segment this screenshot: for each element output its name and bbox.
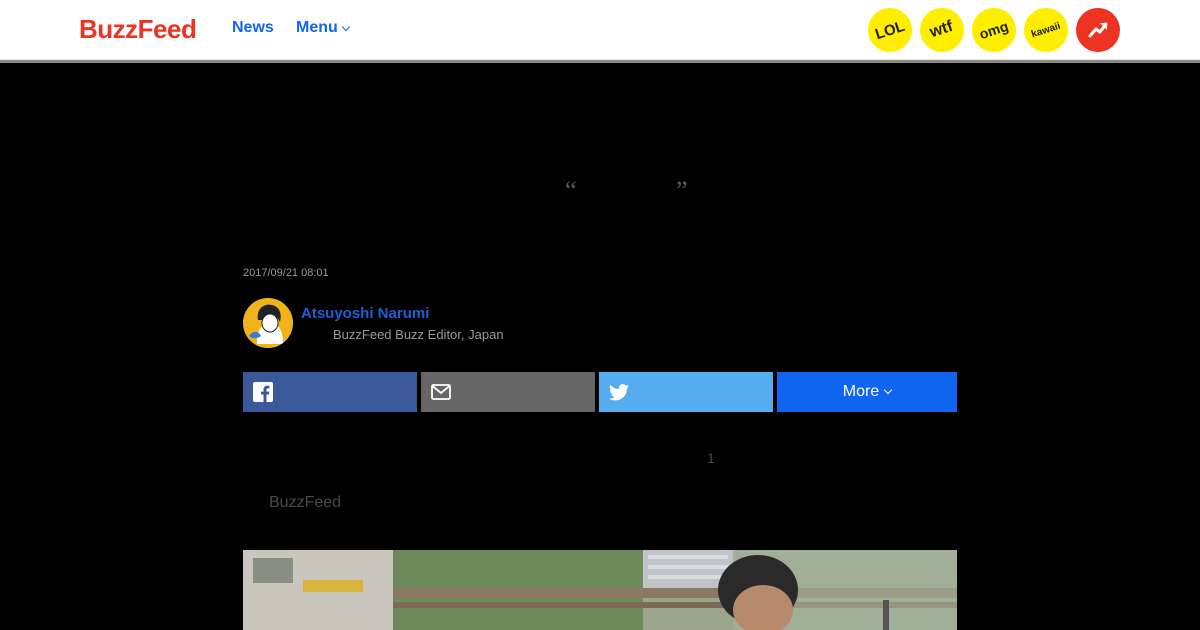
badge-lol[interactable]: LOL [868, 8, 912, 52]
avatar-illustration [243, 298, 293, 348]
share-email-button[interactable] [421, 372, 595, 412]
author-avatar[interactable] [243, 298, 293, 348]
logo-text: BuzzFeed [79, 13, 197, 44]
badge-wtf[interactable]: wtf [920, 8, 964, 52]
badge-kawaii[interactable]: kawaii [1024, 8, 1068, 52]
badge-kawaii-label: kawaii [1030, 20, 1062, 40]
quote-open-mark: “ [565, 176, 577, 205]
share-more-label: More [842, 383, 880, 400]
email-icon [431, 382, 451, 402]
quote-close-mark: ” [676, 176, 688, 205]
article-body-source: BuzzFeed [269, 494, 342, 511]
article-photo-image [243, 550, 957, 630]
author-name-link[interactable]: Atsuyoshi Narumi [301, 305, 429, 322]
badge-lol-label: LOL [873, 17, 907, 43]
share-twitter-button[interactable] [599, 372, 773, 412]
trending-button[interactable] [1076, 8, 1120, 52]
header-divider [0, 60, 1200, 63]
site-header: BuzzFeed News Menu LOL wtf omg kawaii [0, 0, 1200, 60]
trending-arrow-icon [1088, 22, 1108, 38]
chevron-down-icon [341, 22, 351, 31]
badge-omg-label: omg [977, 17, 1011, 43]
badge-wtf-label: wtf [928, 17, 956, 42]
author-role: BuzzFeed Buzz Editor, Japan [333, 327, 504, 342]
nav-menu-label: Menu [296, 19, 338, 36]
share-more-button[interactable]: More [777, 372, 957, 412]
article-timestamp: 2017/09/21 08:01 [243, 267, 329, 279]
buzzfeed-logo[interactable]: BuzzFeed [79, 13, 197, 44]
nav-news-link[interactable]: News [232, 19, 274, 37]
facebook-icon [253, 382, 273, 402]
article-photo [243, 550, 957, 630]
chevron-down-icon [883, 385, 893, 395]
article-body-number: 1 [707, 450, 715, 466]
twitter-icon [609, 382, 629, 402]
nav-menu-button[interactable]: Menu [296, 19, 351, 37]
share-facebook-button[interactable] [243, 372, 417, 412]
badge-omg[interactable]: omg [972, 8, 1016, 52]
